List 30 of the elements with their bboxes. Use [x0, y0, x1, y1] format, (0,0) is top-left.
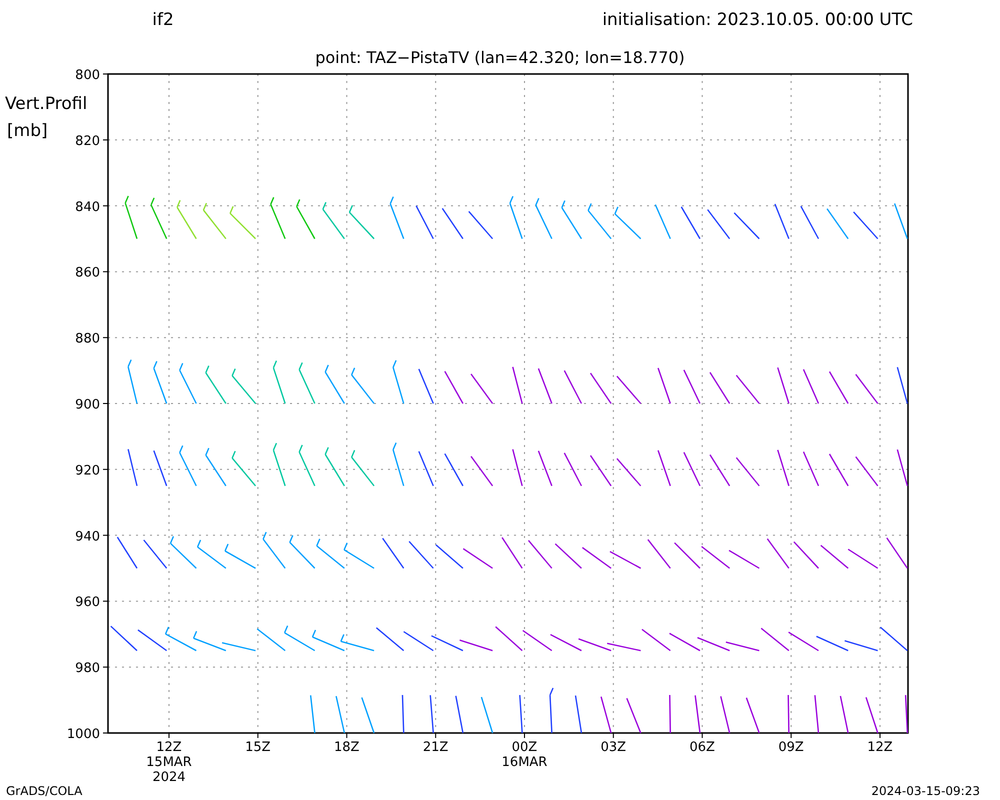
x-tick-label: 12Z — [867, 740, 893, 755]
y-tick-label: 900 — [75, 398, 100, 412]
y-tick-label: 800 — [75, 68, 100, 83]
x-tick-label: 09Z — [778, 740, 804, 755]
x-tick-label: 18Z — [334, 740, 360, 755]
x-tick-label: 15Z — [245, 740, 271, 755]
x-tick-label: 06Z — [690, 740, 715, 755]
x-tick-label: 00Z — [512, 740, 538, 755]
model-name: if2 — [152, 10, 174, 30]
footer-timestamp: 2024-03-15-09:23 — [871, 784, 980, 798]
y-tick-label: 820 — [75, 134, 100, 149]
y-tick-label: 840 — [75, 200, 100, 215]
y-tick-label: 1000 — [66, 727, 100, 742]
point-location-title: point: TAZ−PistaTV (lan=42.320; lon=18.770) — [315, 48, 685, 67]
footer-credit: GrADS/COLA — [6, 784, 82, 798]
x-tick-label: 03Z — [600, 740, 626, 755]
x-tick-label: 12Z — [156, 740, 182, 755]
y-tick-label: 980 — [75, 661, 100, 676]
x-date-label: 15MAR — [146, 755, 192, 770]
y-axis-label: [mb] — [7, 121, 48, 141]
y-axis-label: Vert.Profil — [5, 94, 88, 114]
y-tick-label: 960 — [75, 595, 100, 610]
y-tick-label: 860 — [75, 266, 100, 281]
y-tick-label: 920 — [75, 463, 100, 478]
x-date-label: 2024 — [152, 770, 186, 785]
y-tick-label: 940 — [75, 529, 100, 544]
initialisation-time: initialisation: 2023.10.05. 00:00 UTC — [602, 10, 913, 30]
x-date-label: 16MAR — [502, 755, 548, 770]
y-tick-label: 880 — [75, 332, 100, 347]
x-tick-label: 21Z — [422, 740, 448, 755]
